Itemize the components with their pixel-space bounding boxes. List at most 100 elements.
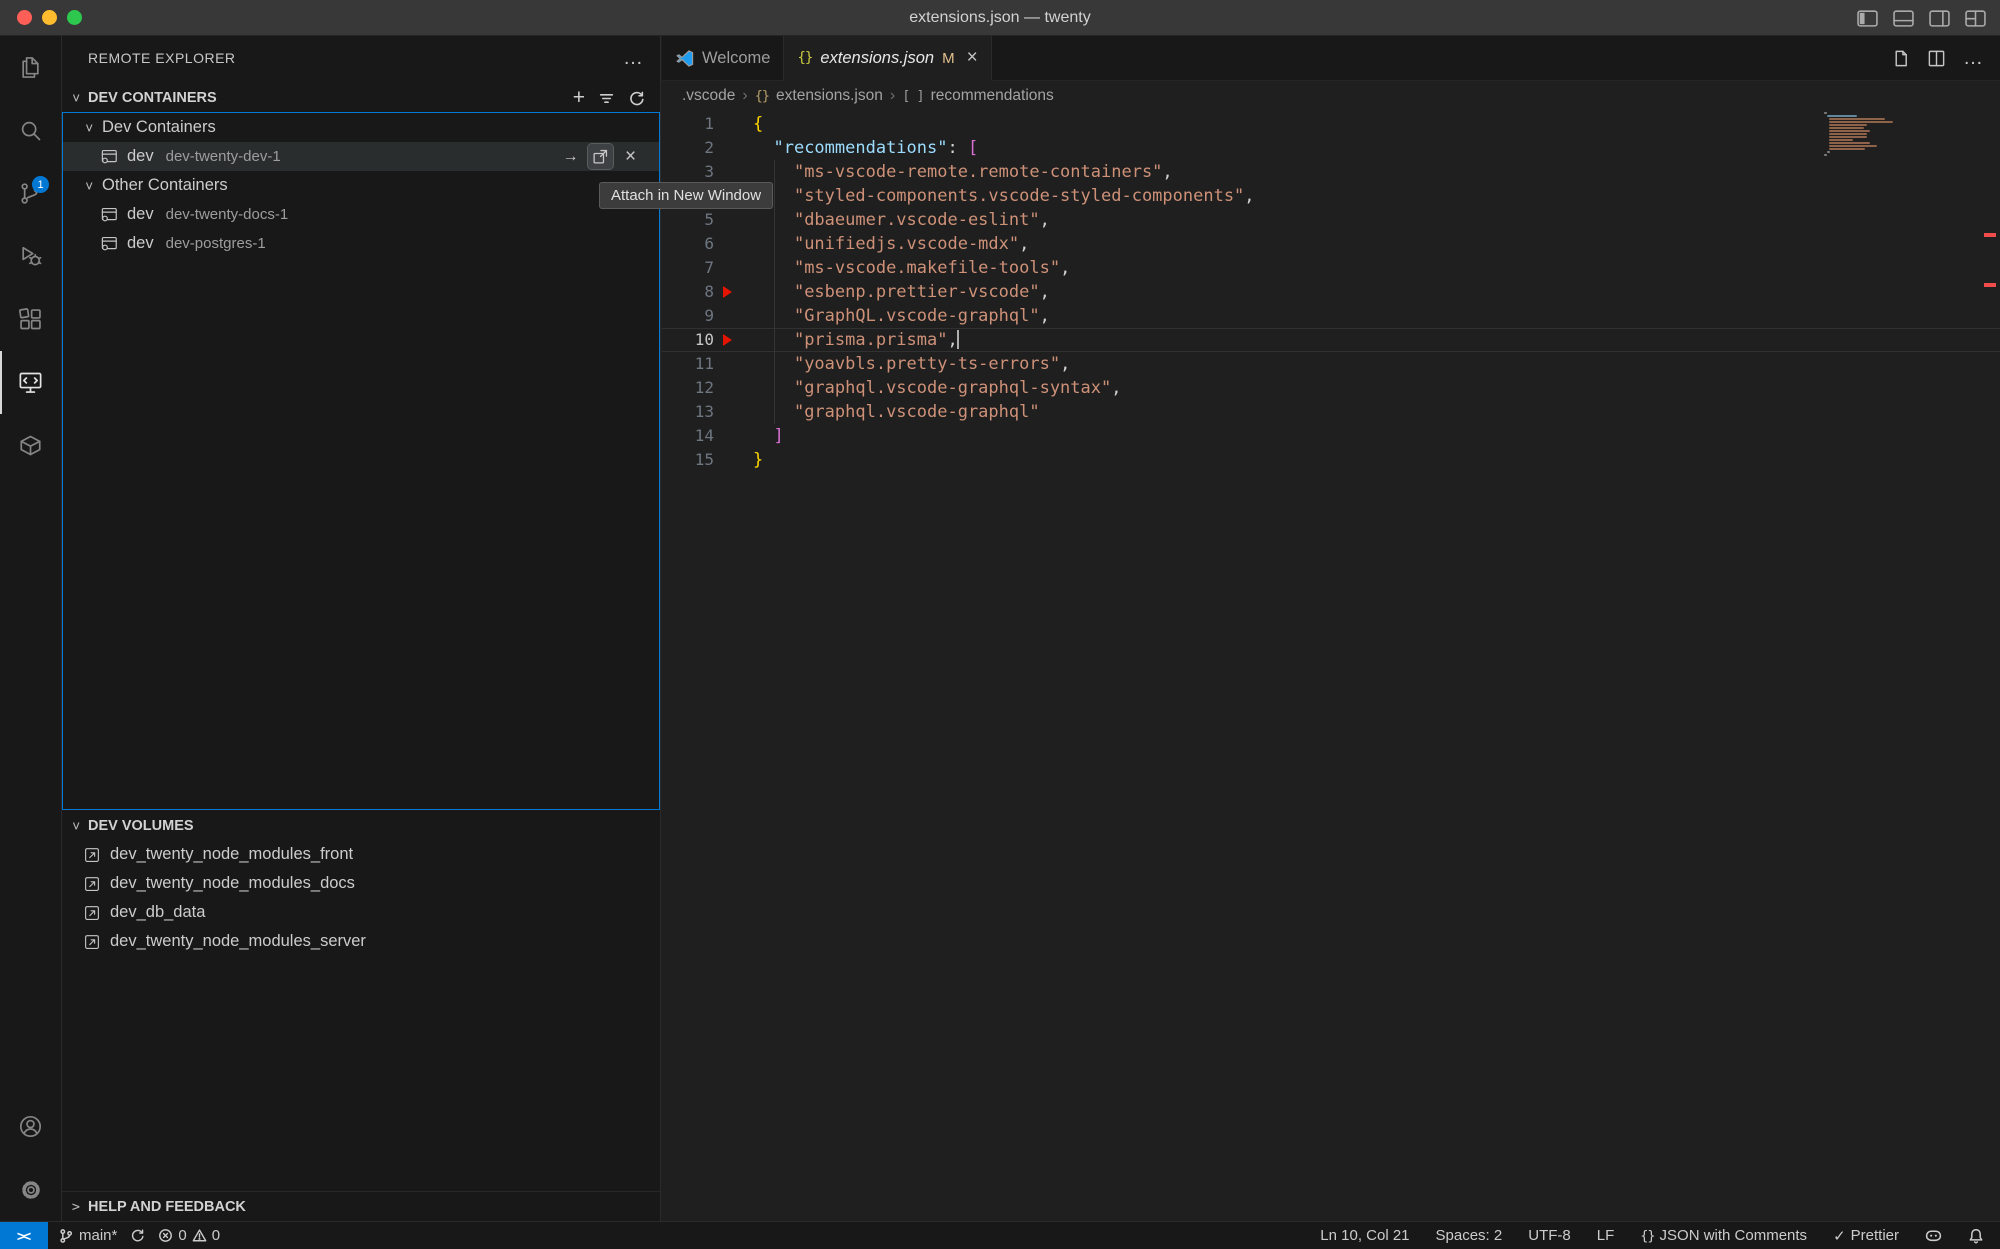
settings-button[interactable] — [0, 1158, 61, 1221]
code-line-12[interactable]: 12 "graphql.vscode-graphql-syntax", — [662, 376, 2000, 400]
cursor-position-item[interactable]: Ln 10, Col 21 — [1320, 1227, 1409, 1244]
code-line-9[interactable]: 9 "GraphQL.vscode-graphql", — [662, 304, 2000, 328]
container-row-dev-postgres-1[interactable]: dev dev-postgres-1 — [63, 229, 659, 258]
tab-extensions-json[interactable]: {} extensions.json M × — [784, 36, 991, 81]
tab-welcome[interactable]: Welcome — [662, 36, 784, 81]
gutter[interactable] — [714, 208, 753, 232]
chevron-down-icon: > — [81, 179, 97, 193]
gutter[interactable] — [714, 256, 753, 280]
line-number: 10 — [662, 328, 714, 352]
gutter[interactable] — [714, 112, 753, 136]
gutter[interactable] — [714, 232, 753, 256]
activity-explorer[interactable] — [0, 36, 61, 99]
code-line-14[interactable]: 14 ] — [662, 424, 2000, 448]
toggle-secondary-sidebar-icon[interactable] — [1929, 10, 1950, 27]
gutter[interactable] — [714, 280, 753, 304]
gear-icon — [18, 1177, 44, 1203]
minimap[interactable] — [1824, 112, 1896, 157]
line-number: 7 — [662, 256, 714, 280]
activity-source-control[interactable]: 1 — [0, 162, 61, 225]
code-text: "prisma.prisma", — [753, 328, 959, 352]
activity-dev-containers[interactable] — [0, 414, 61, 477]
layout-controls — [1857, 0, 1986, 36]
branch-name: main* — [79, 1227, 117, 1244]
toggle-panel-icon[interactable] — [1893, 10, 1914, 27]
volume-item[interactable]: dev_twenty_node_modules_front — [62, 840, 660, 869]
container-row-dev-twenty-dev-1[interactable]: dev dev-twenty-dev-1 → × — [63, 142, 659, 171]
tree-group-dev-containers[interactable]: > Dev Containers — [63, 113, 659, 142]
container-description: dev-twenty-dev-1 — [166, 148, 281, 165]
container-row-dev-twenty-docs-1[interactable]: dev dev-twenty-docs-1 — [63, 200, 659, 229]
more-actions-icon[interactable]: … — [623, 53, 644, 63]
gutter[interactable] — [714, 400, 753, 424]
gutter[interactable] — [714, 352, 753, 376]
indent-guide — [774, 160, 775, 424]
open-changes-icon[interactable] — [1891, 49, 1910, 68]
code-line-7[interactable]: 7 "ms-vscode.makefile-tools", — [662, 256, 2000, 280]
eol-item[interactable]: LF — [1597, 1227, 1615, 1244]
git-branch-item[interactable]: main* — [58, 1227, 117, 1244]
tree-group-other-containers[interactable]: > Other Containers — [63, 171, 659, 200]
sync-icon[interactable] — [130, 1228, 145, 1243]
modified-badge: M — [942, 50, 955, 67]
gutter[interactable] — [714, 136, 753, 160]
customize-layout-icon[interactable] — [1965, 10, 1986, 27]
code-line-1[interactable]: 1{ — [662, 112, 2000, 136]
code-line-5[interactable]: 5 "dbaeumer.vscode-eslint", — [662, 208, 2000, 232]
section-dev-containers[interactable]: > DEV CONTAINERS + — [62, 84, 660, 112]
refresh-icon[interactable] — [628, 90, 645, 107]
add-icon[interactable]: + — [573, 90, 585, 106]
check-icon: ✓ — [1833, 1227, 1846, 1245]
remote-indicator[interactable]: >< — [0, 1222, 48, 1249]
copilot-icon[interactable] — [1925, 1227, 1942, 1244]
window-title: extensions.json — twenty — [0, 0, 2000, 36]
code-line-2[interactable]: 2 "recommendations": [ — [662, 136, 2000, 160]
code-line-3[interactable]: 3 "ms-vscode-remote.remote-containers", — [662, 160, 2000, 184]
gutter[interactable] — [714, 304, 753, 328]
attach-new-window-icon[interactable] — [588, 144, 613, 169]
breadcrumb-item-symbol[interactable]: recommendations — [931, 87, 1054, 105]
code-text: "styled-components.vscode-styled-compone… — [753, 184, 1255, 208]
code-text: "yoavbls.pretty-ts-errors", — [753, 352, 1070, 376]
breadcrumb-item-file[interactable]: extensions.json — [776, 87, 883, 105]
activity-remote-explorer[interactable] — [0, 351, 61, 414]
volume-item[interactable]: dev_twenty_node_modules_server — [62, 927, 660, 956]
filter-icon[interactable] — [598, 90, 615, 107]
gutter[interactable] — [714, 376, 753, 400]
code-line-10[interactable]: 10 "prisma.prisma", — [662, 328, 2000, 352]
volume-item[interactable]: dev_twenty_node_modules_docs — [62, 869, 660, 898]
gutter[interactable] — [714, 424, 753, 448]
toggle-sidebar-icon[interactable] — [1857, 10, 1878, 27]
activity-run-debug[interactable] — [0, 225, 61, 288]
attach-current-window-icon[interactable]: → — [558, 144, 583, 169]
close-tab-icon[interactable]: × — [967, 47, 978, 69]
stop-container-icon[interactable]: × — [618, 144, 643, 169]
notifications-bell-icon[interactable] — [1968, 1228, 1984, 1244]
volume-item[interactable]: dev_db_data — [62, 898, 660, 927]
section-dev-volumes[interactable]: > DEV VOLUMES — [62, 812, 660, 840]
gutter[interactable] — [714, 328, 753, 352]
indentation-item[interactable]: Spaces: 2 — [1436, 1227, 1503, 1244]
error-count: 0 — [178, 1227, 186, 1244]
code-line-15[interactable]: 15} — [662, 448, 2000, 472]
minimap-line — [1829, 121, 1893, 123]
accounts-button[interactable] — [0, 1095, 61, 1158]
breadcrumb-item-vscode[interactable]: .vscode — [682, 87, 735, 105]
code-line-13[interactable]: 13 "graphql.vscode-graphql" — [662, 400, 2000, 424]
more-actions-icon[interactable]: … — [1963, 54, 1984, 62]
code-line-4[interactable]: 4 "styled-components.vscode-styled-compo… — [662, 184, 2000, 208]
activity-extensions[interactable] — [0, 288, 61, 351]
activity-search[interactable] — [0, 99, 61, 162]
code-editor[interactable]: 1{2 "recommendations": [3 "ms-vscode-rem… — [662, 110, 2000, 1221]
gutter[interactable] — [714, 160, 753, 184]
language-mode-item[interactable]: {} JSON with Comments — [1640, 1227, 1807, 1244]
split-editor-icon[interactable] — [1927, 49, 1946, 68]
encoding-item[interactable]: UTF-8 — [1528, 1227, 1571, 1244]
problems-item[interactable]: 0 0 — [158, 1227, 220, 1244]
code-line-8[interactable]: 8 "esbenp.prettier-vscode", — [662, 280, 2000, 304]
section-help-and-feedback[interactable]: > HELP AND FEEDBACK — [62, 1191, 660, 1221]
code-line-6[interactable]: 6 "unifiedjs.vscode-mdx", — [662, 232, 2000, 256]
formatter-item[interactable]: ✓ Prettier — [1833, 1227, 1899, 1245]
code-line-11[interactable]: 11 "yoavbls.pretty-ts-errors", — [662, 352, 2000, 376]
gutter[interactable] — [714, 448, 753, 472]
